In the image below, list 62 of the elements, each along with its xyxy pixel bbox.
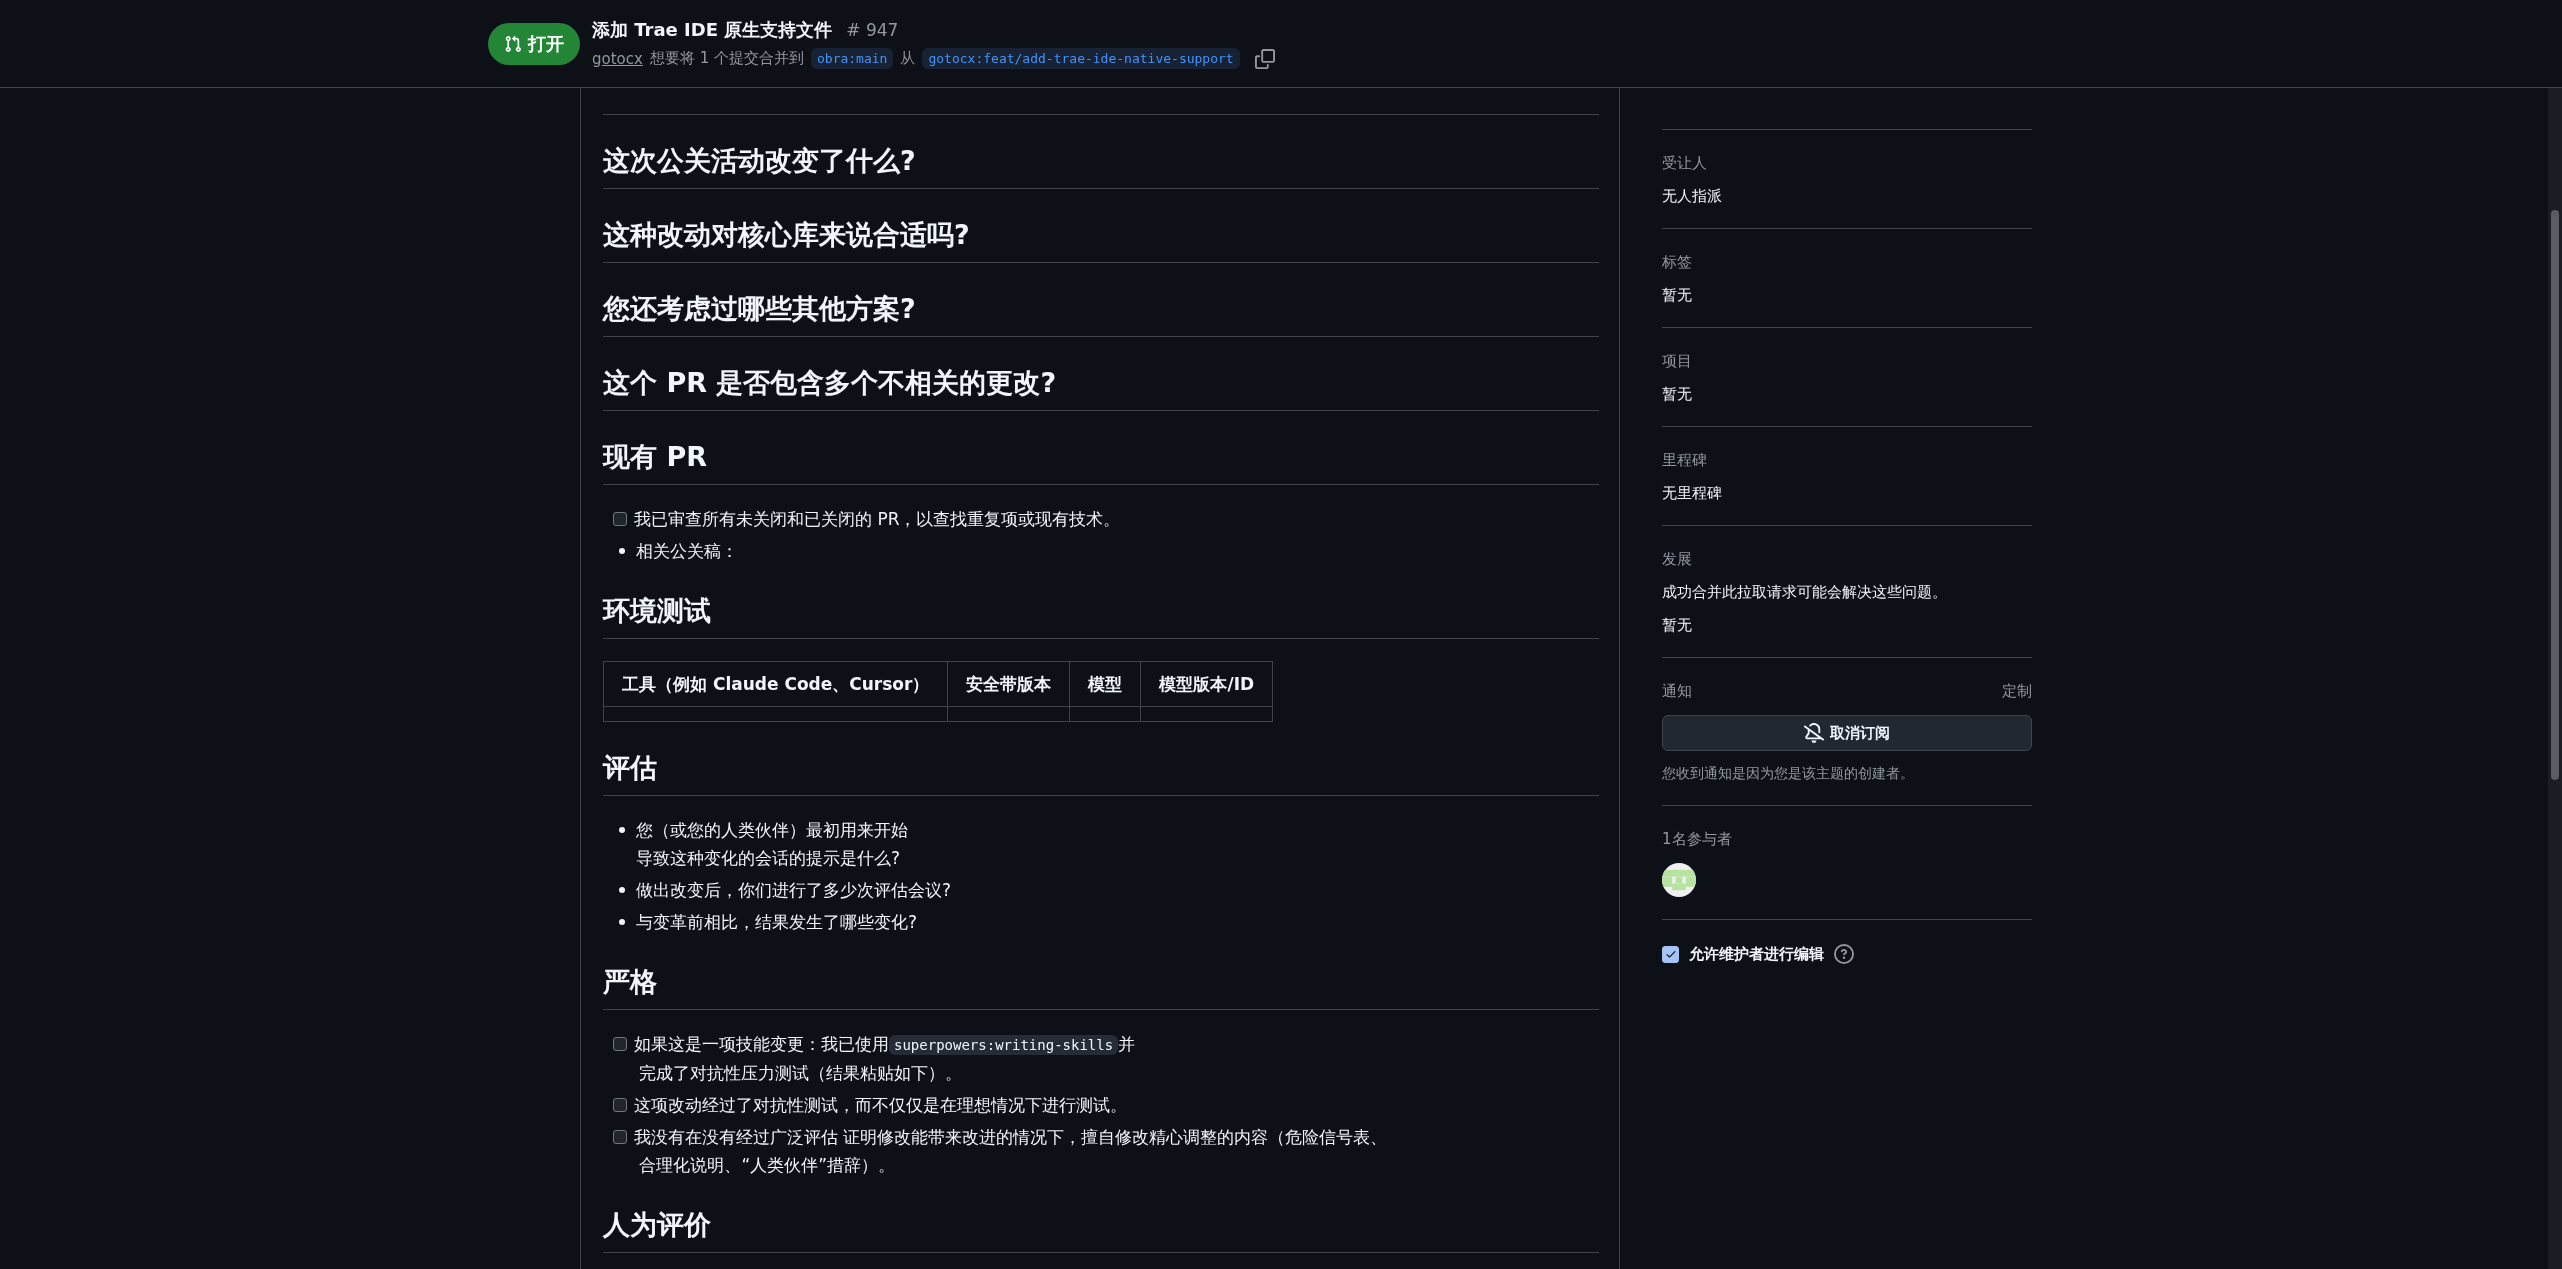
- bullet-icon: [619, 827, 625, 833]
- list-item-text: 与变革前相比，结果发生了哪些变化?: [636, 911, 918, 934]
- section-heading: 这个 PR 是否包含多个不相关的更改?: [603, 365, 1599, 411]
- checkbox[interactable]: [613, 512, 627, 526]
- bullet-icon: [619, 887, 625, 893]
- state-badge: 打开: [488, 22, 580, 65]
- list-item-text: 这项改动经过了对抗性测试，而不仅仅是在理想情况下进行测试。: [634, 1094, 1127, 1117]
- sidebar-label: 发展: [1662, 550, 1692, 569]
- sidebar-label: 标签: [1662, 253, 1692, 272]
- column-header: 模型: [1069, 661, 1141, 707]
- pr-number: # 947: [846, 20, 899, 40]
- check-icon: [1664, 948, 1677, 960]
- sidebar-value: 成功合并此拉取请求可能会解决这些问题。: [1662, 583, 1947, 602]
- list-item-text: 您（或您的人类伙伴）最初用来开始 导致这种变化的会话的提示是什么?: [636, 819, 908, 870]
- customize-link[interactable]: 定制: [2002, 682, 2032, 701]
- section-heading: 这种改动对核心库来说合适吗?: [603, 217, 1599, 263]
- bullet-icon: [619, 919, 625, 925]
- from-text: 从: [900, 49, 916, 68]
- merge-text: 想要将 1 个提交合并到: [649, 49, 804, 68]
- checkbox[interactable]: [613, 1098, 627, 1112]
- sidebar-value: 无人指派: [1662, 187, 1722, 206]
- section-heading: 您还考虑过哪些其他方案?: [603, 291, 1599, 337]
- list-item-text: 我已审查所有未关闭和已关闭的 PR，以查找重复项或现有技术。: [634, 508, 1121, 531]
- sidebar-label: 通知: [1662, 682, 1692, 701]
- participant-avatar[interactable]: [1662, 863, 1696, 897]
- branch-label[interactable]: obra:main: [811, 48, 894, 69]
- checkbox[interactable]: [613, 1130, 627, 1144]
- sidebar-label: 项目: [1662, 352, 1692, 371]
- sidebar-value: 无里程碑: [1662, 484, 1722, 503]
- sidebar-label: 受让人: [1662, 154, 1707, 173]
- copy-icon[interactable]: [1254, 48, 1275, 69]
- checkbox[interactable]: [613, 1037, 627, 1051]
- section-heading: 评估: [603, 750, 1599, 796]
- column-header: 安全带版本: [947, 661, 1070, 707]
- section-heading: 严格: [603, 964, 1599, 1010]
- list-item-text: 如果这是一项技能变更：我已使用 superpowers:writing-skills 并 完成了对抗性压力测试（结果粘贴如下）。: [634, 1033, 1136, 1085]
- bell-slash-icon: [1804, 723, 1824, 743]
- unsubscribe-button[interactable]: 取消订阅: [1662, 715, 2032, 751]
- section-heading: 这次公关活动改变了什么?: [603, 143, 1599, 189]
- branch-label[interactable]: gotocx:feat/add-trae-ide-native-support: [922, 48, 1240, 69]
- section-heading: 人为评价: [603, 1207, 1599, 1253]
- sidebar-value: 暂无: [1662, 385, 1692, 404]
- sidebar-label: 里程碑: [1662, 451, 1707, 470]
- bullet-icon: [619, 548, 625, 554]
- list-item-text: 我没有在没有经过广泛评估 证明修改能带来改进的情况下，擅自修改精心调整的内容（危险信号表、 合理化说明、“人类伙伴”措辞）。: [634, 1126, 1388, 1177]
- sidebar-label: 1名参与者: [1662, 830, 1732, 849]
- sidebar-value: 暂无: [1662, 616, 1692, 635]
- author-link[interactable]: gotocx: [592, 49, 643, 68]
- pr-title: 添加 Trae IDE 原生支持文件: [592, 18, 833, 42]
- column-header: 模型版本/ID: [1140, 661, 1273, 707]
- help-icon[interactable]: [1834, 944, 1854, 964]
- section-heading: 现有 PR: [603, 439, 1599, 485]
- section-heading: 环境测试: [603, 593, 1599, 639]
- checkbox-label: 允许维护者进行编辑: [1689, 944, 1824, 964]
- list-item-text: 相关公关稿：: [636, 540, 738, 563]
- column-header: 工具（例如 Claude Code、Cursor）: [603, 661, 948, 707]
- pull-request-icon: [504, 34, 522, 53]
- notification-note: 您收到通知是因为您是该主题的创建者。: [1662, 765, 1914, 783]
- scrollbar[interactable]: [2548, 88, 2562, 1269]
- list-item-text: 做出改变后，你们进行了多少次评估会议?: [636, 879, 952, 902]
- checkbox[interactable]: [1662, 945, 1679, 963]
- sidebar-value: 暂无: [1662, 286, 1692, 305]
